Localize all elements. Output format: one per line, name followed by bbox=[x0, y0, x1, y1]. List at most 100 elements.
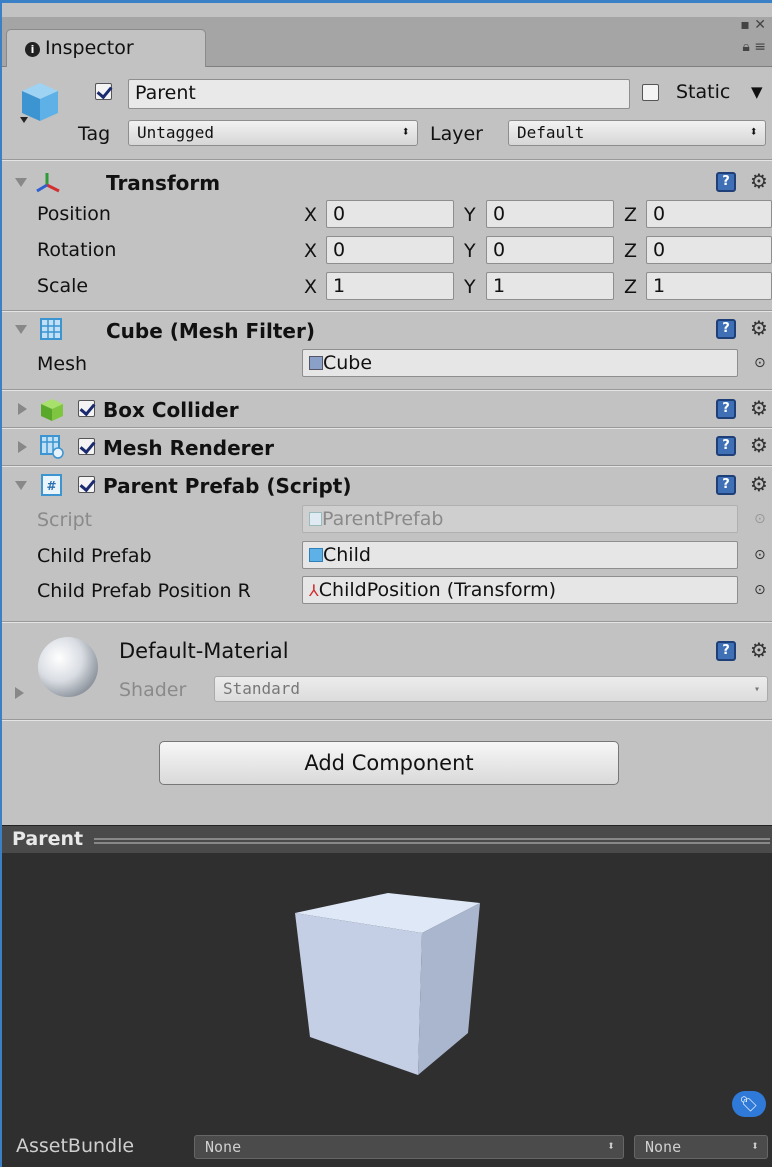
mesh-filter-icon bbox=[40, 318, 62, 340]
parent-prefab-enabled-checkbox[interactable] bbox=[78, 476, 95, 493]
object-picker-icon[interactable]: ⊙ bbox=[754, 355, 766, 371]
position-y-field[interactable]: 0 bbox=[486, 200, 614, 228]
assetbundle-row: AssetBundle None ⬍ None ⬍ bbox=[2, 1125, 772, 1167]
shader-dropdown[interactable]: Standard ▾ bbox=[214, 676, 768, 702]
rotation-x-field[interactable]: 0 bbox=[326, 236, 454, 264]
script-icon: # bbox=[41, 474, 62, 496]
window-controls: ▪ ✕ 🔒︎ ≡ bbox=[740, 17, 766, 55]
add-component-button[interactable]: Add Component bbox=[159, 741, 619, 785]
foldout-closed-icon[interactable] bbox=[15, 687, 24, 699]
foldout-open-icon[interactable] bbox=[15, 481, 27, 490]
material-sphere-icon bbox=[38, 637, 98, 697]
x-label: X bbox=[304, 204, 318, 226]
divider bbox=[2, 719, 772, 721]
scale-label: Scale bbox=[37, 275, 89, 297]
divider bbox=[2, 465, 772, 467]
help-icon[interactable]: ? bbox=[716, 399, 736, 419]
scale-z-field[interactable]: 1 bbox=[646, 272, 772, 300]
child-prefab-position-object-field[interactable]: ⅄ChildPosition (Transform) bbox=[302, 576, 738, 604]
mesh-filter-title: Cube (Mesh Filter) bbox=[106, 319, 315, 343]
y-label: Y bbox=[464, 276, 476, 298]
active-checkbox[interactable] bbox=[95, 83, 112, 100]
foldout-closed-icon[interactable] bbox=[18, 441, 27, 453]
position-x-field[interactable]: 0 bbox=[326, 200, 454, 228]
gear-icon[interactable]: ⚙ bbox=[750, 474, 768, 494]
mesh-renderer-enabled-checkbox[interactable] bbox=[78, 438, 95, 455]
tag-dropdown[interactable]: Untagged ⬍ bbox=[128, 120, 418, 146]
child-prefab-position-label: Child Prefab Position R bbox=[37, 580, 251, 602]
rotation-label: Rotation bbox=[37, 239, 117, 261]
tag-label: Tag bbox=[78, 123, 111, 145]
child-prefab-object-field[interactable]: Child bbox=[302, 541, 738, 569]
material-name: Default-Material bbox=[119, 639, 289, 663]
rotation-z-field[interactable]: 0 bbox=[646, 236, 772, 264]
position-z-field[interactable]: 0 bbox=[646, 200, 772, 228]
help-icon[interactable]: ? bbox=[716, 436, 736, 456]
tab-inspector[interactable]: i Inspector bbox=[6, 29, 206, 67]
object-picker-icon: ⊙ bbox=[754, 511, 766, 527]
box-collider-title: Box Collider bbox=[103, 398, 239, 422]
divider bbox=[2, 310, 772, 312]
help-icon[interactable]: ? bbox=[716, 641, 736, 661]
mesh-renderer-icon bbox=[40, 435, 64, 459]
box-collider-enabled-checkbox[interactable] bbox=[78, 400, 95, 417]
preview-area[interactable]: 🏷︎ bbox=[2, 853, 772, 1167]
divider bbox=[2, 389, 772, 391]
help-icon[interactable]: ? bbox=[716, 319, 736, 339]
static-dropdown-icon[interactable]: ▼ bbox=[751, 83, 763, 101]
z-label: Z bbox=[624, 276, 638, 298]
gear-icon[interactable]: ⚙ bbox=[750, 171, 768, 191]
divider bbox=[2, 159, 772, 161]
object-name-field[interactable]: Parent bbox=[128, 79, 630, 109]
scale-y-field[interactable]: 1 bbox=[486, 272, 614, 300]
gear-icon[interactable]: ⚙ bbox=[750, 398, 768, 418]
object-picker-icon[interactable]: ⊙ bbox=[754, 582, 766, 598]
shader-label: Shader bbox=[119, 679, 187, 701]
layer-label: Layer bbox=[430, 123, 483, 145]
menu-icon[interactable]: ≡ bbox=[754, 39, 766, 55]
script-file-icon bbox=[309, 512, 322, 526]
help-icon[interactable]: ? bbox=[716, 475, 736, 495]
static-checkbox[interactable] bbox=[642, 84, 659, 101]
x-label: X bbox=[304, 276, 318, 298]
inspector-window: i Inspector ▪ ✕ 🔒︎ ≡ Parent Static ▼ Tag … bbox=[0, 0, 772, 1167]
script-object-field: ParentPrefab bbox=[302, 505, 738, 533]
position-label: Position bbox=[37, 203, 111, 225]
foldout-closed-icon[interactable] bbox=[18, 403, 27, 415]
transform-title: Transform bbox=[106, 171, 221, 195]
parent-prefab-title: Parent Prefab (Script) bbox=[103, 474, 352, 498]
object-picker-icon[interactable]: ⊙ bbox=[754, 547, 766, 563]
gear-icon[interactable]: ⚙ bbox=[750, 640, 768, 660]
maximize-icon[interactable]: ▪ bbox=[740, 17, 750, 33]
z-label: Z bbox=[624, 204, 638, 226]
gear-icon[interactable]: ⚙ bbox=[750, 318, 768, 338]
mesh-value: Cube bbox=[323, 352, 373, 374]
preview-header[interactable]: Parent bbox=[2, 825, 772, 855]
layer-dropdown[interactable]: Default ⬍ bbox=[508, 120, 766, 146]
transform-icon: ⅄ bbox=[309, 581, 319, 600]
cube-preview bbox=[295, 893, 480, 1075]
dropdown-arrow-icon: ⬍ bbox=[751, 1139, 759, 1154]
divider bbox=[2, 427, 772, 429]
assetbundle-name-value: None bbox=[205, 1138, 242, 1156]
assetbundle-variant-dropdown[interactable]: None ⬍ bbox=[634, 1135, 768, 1159]
foldout-open-icon[interactable] bbox=[15, 178, 27, 187]
box-collider-icon bbox=[41, 399, 63, 421]
gear-icon[interactable]: ⚙ bbox=[750, 435, 768, 455]
lock-icon[interactable]: 🔒︎ bbox=[742, 39, 749, 55]
mesh-object-field[interactable]: Cube bbox=[302, 349, 738, 377]
child-prefab-label: Child Prefab bbox=[37, 545, 152, 567]
foldout-open-icon[interactable] bbox=[15, 325, 27, 334]
mesh-label: Mesh bbox=[37, 353, 88, 375]
scale-x-field[interactable]: 1 bbox=[326, 272, 454, 300]
z-label: Z bbox=[624, 240, 638, 262]
drag-grip[interactable] bbox=[94, 838, 770, 844]
child-position-value: ChildPosition (Transform) bbox=[318, 579, 557, 601]
tag-icon[interactable]: 🏷︎ bbox=[732, 1091, 766, 1117]
help-icon[interactable]: ? bbox=[716, 172, 736, 192]
close-icon[interactable]: ✕ bbox=[754, 17, 766, 33]
rotation-y-field[interactable]: 0 bbox=[486, 236, 614, 264]
assetbundle-name-dropdown[interactable]: None ⬍ bbox=[194, 1135, 624, 1159]
script-label: Script bbox=[37, 509, 93, 531]
dropdown-arrow-icon: ⬍ bbox=[401, 124, 410, 140]
